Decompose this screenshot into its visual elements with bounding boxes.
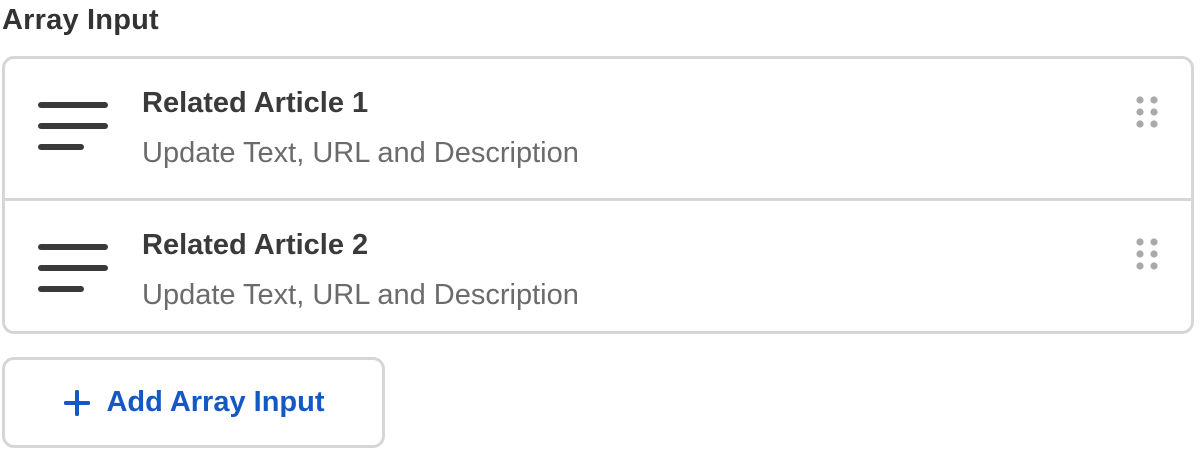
add-button-label: Add Array Input [106,386,325,418]
item-title: Related Article 2 [142,229,369,261]
text-lines-icon [36,244,110,292]
text-lines-icon [36,102,110,150]
array-list: Related Article 1 Update Text, URL and D… [2,56,1194,334]
add-array-input-button[interactable]: Add Array Input [2,357,385,448]
drag-handle-icon[interactable] [1135,237,1159,271]
item-subtitle: Update Text, URL and Description [142,137,579,169]
array-item-1[interactable]: Related Article 1 Update Text, URL and D… [5,59,1191,198]
field-label: Array Input [2,4,159,36]
drag-handle-icon[interactable] [1135,95,1159,129]
item-subtitle: Update Text, URL and Description [142,279,579,311]
array-item-2[interactable]: Related Article 2 Update Text, URL and D… [5,198,1191,331]
item-title: Related Article 1 [142,87,369,119]
plus-icon [64,389,91,416]
